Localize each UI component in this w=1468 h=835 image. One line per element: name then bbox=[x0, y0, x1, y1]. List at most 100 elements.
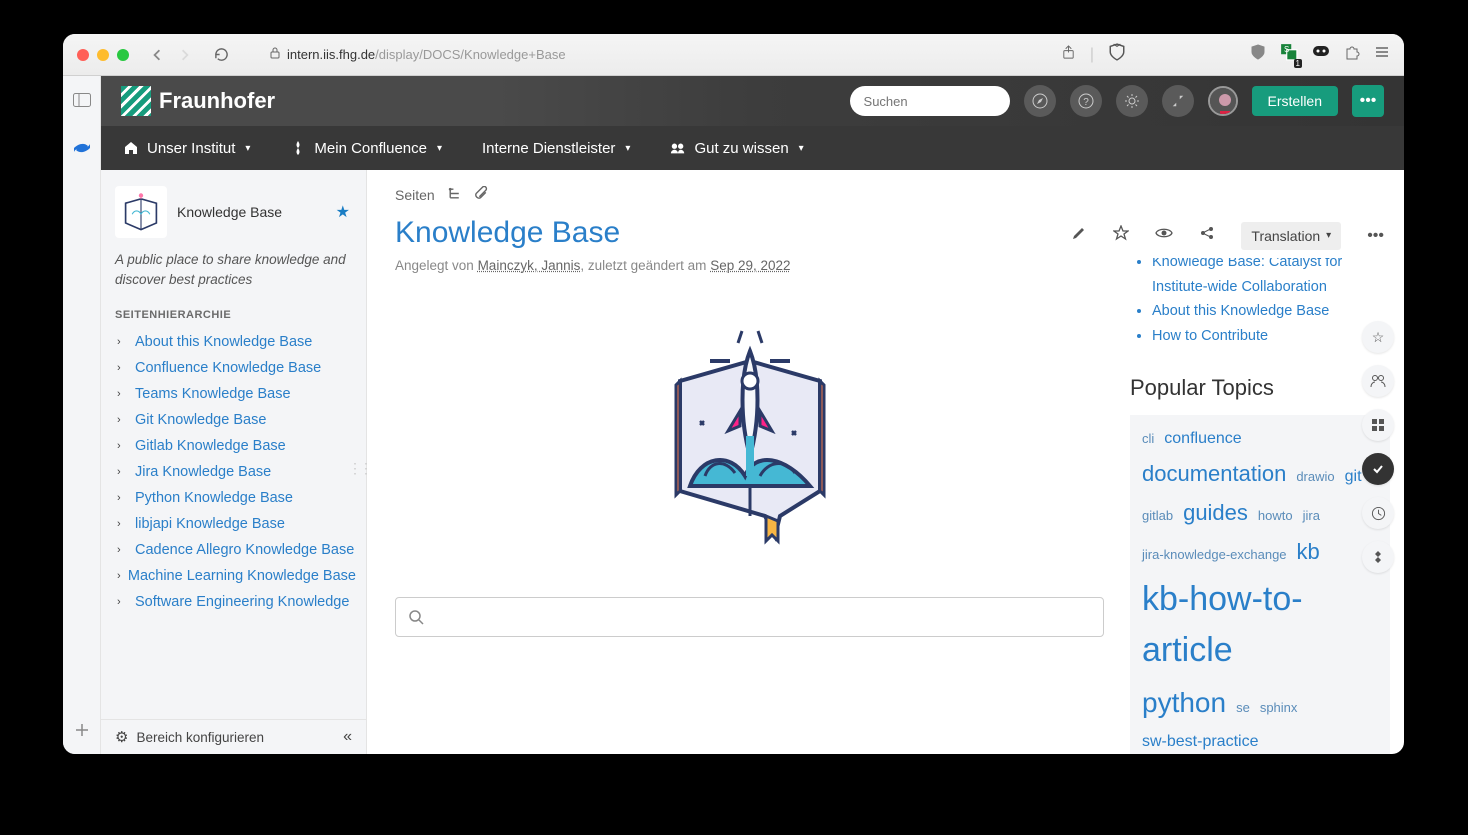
tree-item[interactable]: ›Software Engineering Knowledge bbox=[111, 589, 362, 615]
notifications-button[interactable] bbox=[1162, 85, 1194, 117]
tag[interactable]: guides bbox=[1183, 496, 1248, 529]
float-star-button[interactable]: ☆ bbox=[1362, 321, 1394, 353]
nav-institute[interactable]: Unser Institut▾ bbox=[123, 140, 250, 157]
tree-icon[interactable] bbox=[447, 186, 462, 204]
tag[interactable]: gitlab bbox=[1142, 506, 1173, 526]
popular-topics-heading: Popular Topics bbox=[1130, 375, 1390, 401]
tag[interactable]: jira bbox=[1303, 506, 1320, 526]
page-search-input[interactable] bbox=[395, 597, 1104, 637]
first-steps-link[interactable]: About this Knowledge Base bbox=[1152, 299, 1390, 324]
tree-item[interactable]: ›Jira Knowledge Base bbox=[111, 459, 362, 485]
attachment-icon[interactable] bbox=[474, 186, 489, 204]
user-avatar[interactable] bbox=[1208, 86, 1238, 116]
float-check-button[interactable] bbox=[1362, 453, 1394, 485]
sidebar-section-header: SEITENHIERARCHIE bbox=[101, 303, 366, 327]
tag[interactable]: kb bbox=[1297, 535, 1320, 568]
translation-button[interactable]: Translation ▾ bbox=[1241, 222, 1341, 250]
tag[interactable]: confluence bbox=[1164, 427, 1241, 451]
logo[interactable]: Fraunhofer bbox=[121, 86, 275, 116]
ext-shield-icon[interactable] bbox=[1250, 44, 1266, 65]
tree-item[interactable]: ›Teams Knowledge Base bbox=[111, 381, 362, 407]
extensions-icon[interactable] bbox=[1344, 44, 1360, 65]
tree-item[interactable]: ›Confluence Knowledge Base bbox=[111, 355, 362, 381]
space-icon bbox=[115, 186, 167, 238]
tree-item[interactable]: ›Gitlab Knowledge Base bbox=[111, 433, 362, 459]
tag[interactable]: drawio bbox=[1296, 467, 1334, 487]
create-button[interactable]: Erstellen bbox=[1252, 86, 1338, 116]
first-steps-link[interactable]: How to Contribute bbox=[1152, 324, 1390, 349]
tag[interactable]: jira-knowledge-exchange bbox=[1142, 545, 1287, 565]
window-minimize-button[interactable] bbox=[97, 49, 109, 61]
help-button[interactable]: ? bbox=[1070, 85, 1102, 117]
ext-translate-icon[interactable]: S 1 bbox=[1280, 43, 1298, 66]
page-more-button[interactable]: ••• bbox=[1367, 227, 1384, 245]
float-people-button[interactable] bbox=[1362, 365, 1394, 397]
window-close-button[interactable] bbox=[77, 49, 89, 61]
reload-button[interactable] bbox=[211, 45, 231, 65]
share-button[interactable] bbox=[1199, 225, 1215, 246]
address-bar[interactable]: intern.iis.fhg.de/display/DOCS/Knowledge… bbox=[259, 41, 973, 69]
tag-cloud: cli confluence documentation drawio git gitla… bbox=[1130, 415, 1390, 754]
space-sidebar: Knowledge Base ★ A public place to share… bbox=[101, 170, 367, 754]
menu-icon[interactable] bbox=[1374, 44, 1390, 65]
space-description: A public place to share knowledge and di… bbox=[101, 248, 366, 303]
watch-button[interactable] bbox=[1155, 226, 1173, 245]
chevron-down-icon: ▾ bbox=[799, 143, 804, 154]
configure-space-link[interactable]: Bereich konfigurieren bbox=[136, 730, 264, 745]
float-history-button[interactable] bbox=[1362, 497, 1394, 529]
float-jira-button[interactable] bbox=[1362, 541, 1394, 573]
search-field[interactable] bbox=[864, 94, 1040, 109]
share-icon[interactable] bbox=[1061, 45, 1076, 65]
logo-text: Fraunhofer bbox=[159, 88, 275, 114]
modified-link[interactable]: Sep 29, 2022 bbox=[710, 258, 790, 273]
tag[interactable]: sphinx bbox=[1260, 698, 1298, 718]
more-button[interactable]: ••• bbox=[1352, 85, 1384, 117]
nav-confluence[interactable]: Mein Confluence▾ bbox=[290, 140, 442, 157]
app-header: Fraunhofer ? bbox=[101, 76, 1404, 126]
chevron-down-icon: ▾ bbox=[625, 143, 630, 154]
tree-item[interactable]: ›Cadence Allegro Knowledge Base bbox=[111, 537, 362, 563]
tree-item[interactable]: ›Python Knowledge Base bbox=[111, 485, 362, 511]
tag[interactable]: git bbox=[1345, 465, 1362, 489]
chevron-right-icon: › bbox=[117, 414, 129, 426]
window-maximize-button[interactable] bbox=[117, 49, 129, 61]
tree-item[interactable]: ›Git Knowledge Base bbox=[111, 407, 362, 433]
nav-services[interactable]: Interne Dienstleister▾ bbox=[482, 140, 630, 157]
settings-button[interactable] bbox=[1116, 85, 1148, 117]
tree-item[interactable]: ›Machine Learning Knowledge Base bbox=[111, 563, 362, 589]
nav-goodtoknow[interactable]: Gut zu wissen▾ bbox=[670, 140, 803, 157]
tag[interactable]: se bbox=[1236, 698, 1250, 718]
star-icon[interactable]: ★ bbox=[336, 202, 350, 222]
resize-handle-icon[interactable]: ⋮⋮ bbox=[348, 460, 370, 477]
tag[interactable]: kb-how-to-article bbox=[1142, 574, 1378, 676]
tag[interactable]: python bbox=[1142, 682, 1226, 724]
confluence-app-icon[interactable] bbox=[72, 138, 92, 158]
chevron-right-icon: › bbox=[117, 388, 129, 400]
breadcrumb: Seiten bbox=[395, 186, 1104, 204]
tag[interactable]: sw-best-practice bbox=[1142, 730, 1258, 754]
search-input[interactable] bbox=[850, 86, 1010, 116]
shield-icon[interactable] bbox=[1108, 43, 1126, 66]
hero-illustration bbox=[395, 291, 1104, 571]
discover-button[interactable] bbox=[1024, 85, 1056, 117]
chevron-down-icon: ▾ bbox=[1326, 230, 1331, 241]
nav-forward-button[interactable] bbox=[175, 45, 195, 65]
chevron-down-icon: ▾ bbox=[245, 143, 250, 154]
tag[interactable]: howto bbox=[1258, 506, 1293, 526]
chevron-right-icon: › bbox=[117, 596, 129, 608]
star-button[interactable] bbox=[1113, 225, 1129, 246]
tree-item[interactable]: ›libjapi Knowledge Base bbox=[111, 511, 362, 537]
author-link[interactable]: Mainczyk, Jannis bbox=[478, 258, 581, 273]
tag[interactable]: cli bbox=[1142, 429, 1154, 449]
nav-back-button[interactable] bbox=[147, 45, 167, 65]
tree-item[interactable]: ›About this Knowledge Base bbox=[111, 329, 362, 355]
breadcrumb-pages[interactable]: Seiten bbox=[395, 187, 435, 203]
add-app-button[interactable] bbox=[72, 720, 92, 740]
sidebar-toggle-icon[interactable] bbox=[72, 90, 92, 110]
collapse-sidebar-button[interactable]: « bbox=[343, 728, 352, 746]
ext-mask-icon[interactable] bbox=[1312, 43, 1330, 66]
gear-icon: ⚙ bbox=[115, 728, 128, 746]
tag[interactable]: documentation bbox=[1142, 457, 1286, 490]
float-apps-button[interactable] bbox=[1362, 409, 1394, 441]
edit-button[interactable] bbox=[1071, 225, 1087, 246]
